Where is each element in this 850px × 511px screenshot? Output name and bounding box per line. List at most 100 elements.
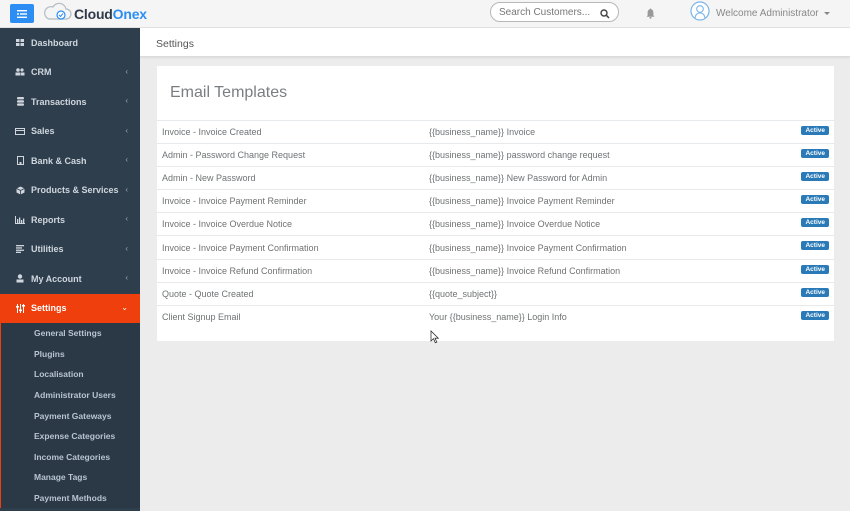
brand-logo[interactable]: CloudOnex bbox=[42, 2, 147, 27]
submenu-income-categories[interactable]: Income Categories bbox=[1, 447, 140, 468]
sidebar-item-label: Sales bbox=[31, 126, 55, 137]
page-header: Settings bbox=[140, 28, 850, 57]
template-name-link[interactable]: Quote - Quote Created bbox=[162, 289, 254, 299]
sidebar-item-my-account[interactable]: My Account ‹ bbox=[0, 264, 140, 294]
chevron-left-icon: ‹ bbox=[125, 155, 128, 164]
table-row[interactable]: Invoice - Invoice Created {{business_nam… bbox=[157, 121, 834, 145]
sidebar-item-label: Settings bbox=[31, 303, 67, 314]
sidebar-item-utilities[interactable]: Utilities ‹ bbox=[0, 235, 140, 265]
sidebar-item-dashboard[interactable]: Dashboard bbox=[0, 28, 140, 58]
grid-icon bbox=[15, 38, 25, 48]
chevron-left-icon: ‹ bbox=[125, 125, 128, 135]
table-row[interactable]: Invoice - Invoice Payment Reminder {{bus… bbox=[157, 190, 834, 214]
submenu-localisation[interactable]: Localisation bbox=[1, 364, 140, 385]
template-name-link[interactable]: Invoice - Invoice Refund Confirmation bbox=[162, 266, 312, 276]
sidebar-toggle-button[interactable] bbox=[10, 4, 34, 23]
chevron-left-icon: ‹ bbox=[125, 184, 128, 194]
sidebar-item-crm[interactable]: CRM ‹ bbox=[0, 58, 140, 88]
template-name-link[interactable]: Admin - Password Change Request bbox=[162, 150, 305, 160]
email-templates-table: Invoice - Invoice Created {{business_nam… bbox=[157, 120, 834, 329]
sidebar-item-bank-cash[interactable]: Bank & Cash ‹ bbox=[0, 146, 140, 176]
status-badge: Active bbox=[801, 310, 829, 320]
sidebar-item-sales[interactable]: Sales ‹ bbox=[0, 117, 140, 147]
sidebar-item-label: Reports bbox=[31, 214, 66, 225]
table-row[interactable]: Invoice - Invoice Refund Confirmation {{… bbox=[157, 260, 834, 283]
table-row[interactable]: Admin - Password Change Request {{busine… bbox=[157, 144, 834, 168]
sidebar-item-settings[interactable]: Settings ⌄ bbox=[0, 293, 140, 323]
brand-suffix: Onex bbox=[112, 6, 147, 22]
database-icon bbox=[15, 97, 25, 107]
template-subject: {{business_name}} Invoice bbox=[429, 127, 536, 138]
page-title: Settings bbox=[156, 38, 194, 50]
sidebar-item-label: CRM bbox=[31, 67, 52, 78]
mouse-pointer-icon bbox=[430, 330, 440, 349]
submenu-payment-methods[interactable]: Payment Methods bbox=[1, 488, 140, 509]
sidebar-item-label: Bank & Cash bbox=[31, 155, 87, 166]
table-row[interactable]: Invoice - Invoice Payment Confirmation {… bbox=[157, 236, 834, 260]
submenu-plugins[interactable]: Plugins bbox=[1, 344, 140, 365]
sidebar-item-transactions[interactable]: Transactions ‹ bbox=[0, 87, 140, 117]
submenu-general-settings[interactable]: General Settings bbox=[1, 323, 140, 344]
chevron-left-icon: ‹ bbox=[125, 96, 128, 105]
template-name-link[interactable]: Invoice - Invoice Payment Confirmation bbox=[162, 243, 319, 253]
caret-down-icon bbox=[823, 12, 830, 15]
template-name-link[interactable]: Invoice - Invoice Payment Reminder bbox=[162, 196, 307, 206]
building-icon bbox=[15, 156, 25, 166]
template-subject: {{quote_subject}} bbox=[429, 288, 498, 299]
template-subject: {{business_name}} Invoice Overdue Notice bbox=[429, 219, 601, 230]
template-name-link[interactable]: Invoice - Invoice Created bbox=[162, 127, 262, 137]
template-name-link[interactable]: Admin - New Password bbox=[162, 173, 256, 183]
status-badge: Active bbox=[801, 126, 829, 135]
bell-icon[interactable] bbox=[646, 6, 655, 24]
template-name-link[interactable]: Client Signup Email bbox=[162, 312, 241, 322]
template-subject: {{business_name}} password change reques… bbox=[429, 150, 610, 161]
credit-card-icon bbox=[15, 126, 25, 136]
bar-chart-icon bbox=[15, 215, 25, 225]
status-badge: Active bbox=[801, 172, 829, 182]
table-row[interactable]: Client Signup Email Your {{business_name… bbox=[157, 306, 834, 329]
table-row[interactable]: Quote - Quote Created {{quote_subject}} … bbox=[157, 283, 834, 306]
search-icon[interactable] bbox=[600, 6, 610, 24]
template-subject: {{business_name}} New Password for Admin bbox=[429, 173, 608, 184]
settings-submenu: General Settings Plugins Localisation Ad… bbox=[0, 323, 140, 509]
panel-title: Email Templates bbox=[170, 84, 288, 101]
sidebar: Dashboard CRM ‹ Transactions ‹ Sales ‹ B… bbox=[0, 28, 140, 511]
chevron-left-icon: ‹ bbox=[125, 273, 128, 282]
submenu-administrator-users[interactable]: Administrator Users bbox=[1, 385, 140, 406]
sliders-icon bbox=[15, 303, 25, 313]
sidebar-item-reports[interactable]: Reports ‹ bbox=[0, 205, 140, 235]
submenu-expense-categories[interactable]: Expense Categories bbox=[1, 426, 140, 447]
chevron-left-icon: ‹ bbox=[125, 214, 128, 223]
sidebar-item-products-services[interactable]: Products & Services ‹ bbox=[0, 176, 140, 206]
status-badge: Active bbox=[801, 195, 829, 205]
user-menu[interactable]: Welcome Administrator bbox=[690, 1, 830, 26]
template-name-link[interactable]: Invoice - Invoice Overdue Notice bbox=[162, 219, 292, 229]
chevron-left-icon: ‹ bbox=[125, 66, 128, 76]
users-icon bbox=[15, 67, 25, 77]
template-subject: {{business_name}} Invoice Payment Remind… bbox=[429, 196, 615, 207]
status-badge: Active bbox=[801, 241, 829, 251]
sidebar-item-label: My Account bbox=[31, 273, 82, 284]
template-subject: {{business_name}} Invoice Refund Confirm… bbox=[429, 265, 621, 276]
chevron-left-icon: ‹ bbox=[125, 243, 128, 253]
submenu-payment-gateways[interactable]: Payment Gateways bbox=[1, 405, 140, 426]
sidebar-item-label: Dashboard bbox=[31, 37, 79, 48]
submenu-manage-tags[interactable]: Manage Tags bbox=[1, 467, 140, 488]
sidebar-item-label: Transactions bbox=[31, 96, 87, 107]
customer-search[interactable] bbox=[490, 2, 619, 22]
search-input[interactable] bbox=[499, 6, 591, 18]
template-subject: {{business_name}} Invoice Payment Confir… bbox=[429, 242, 627, 253]
table-row[interactable]: Invoice - Invoice Overdue Notice {{busin… bbox=[157, 213, 834, 237]
cloud-logo-icon bbox=[42, 2, 72, 27]
top-navbar: CloudOnex Welcome Administrator bbox=[0, 0, 850, 28]
status-badge: Active bbox=[801, 218, 829, 228]
template-subject: Your {{business_name}} Login Info bbox=[429, 312, 567, 323]
list-icon bbox=[15, 244, 25, 254]
sidebar-item-label: Products & Services bbox=[31, 185, 119, 196]
user-icon bbox=[15, 274, 25, 284]
table-row[interactable]: Admin - New Password {{business_name}} N… bbox=[157, 167, 834, 191]
status-badge: Active bbox=[801, 264, 829, 274]
status-badge: Active bbox=[801, 149, 829, 159]
email-templates-panel: Email Templates Invoice - Invoice Create… bbox=[157, 66, 834, 341]
sidebar-item-label: Utilities bbox=[31, 244, 64, 255]
